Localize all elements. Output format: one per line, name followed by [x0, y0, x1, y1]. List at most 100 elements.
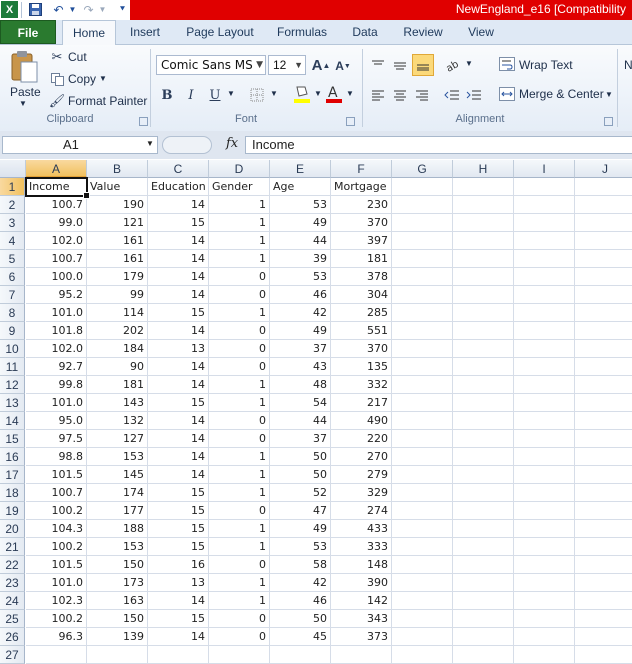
data-cell[interactable]: 15: [148, 484, 209, 502]
data-cell[interactable]: 101.0: [26, 304, 87, 322]
data-cell[interactable]: 100.7: [26, 250, 87, 268]
empty-cell[interactable]: [575, 340, 632, 358]
empty-cell[interactable]: [270, 646, 331, 664]
data-cell[interactable]: 102.0: [26, 232, 87, 250]
header-cell[interactable]: Value: [87, 178, 148, 196]
data-cell[interactable]: 1: [209, 592, 270, 610]
data-cell[interactable]: 43: [270, 358, 331, 376]
data-cell[interactable]: 329: [331, 484, 392, 502]
name-box[interactable]: A1: [2, 136, 158, 154]
align-right-icon[interactable]: [412, 85, 432, 105]
row-header[interactable]: 5: [0, 250, 25, 268]
empty-cell[interactable]: [575, 610, 632, 628]
empty-cell[interactable]: [514, 466, 575, 484]
row-header[interactable]: 6: [0, 268, 25, 286]
row-header[interactable]: 7: [0, 286, 25, 304]
font-name-select[interactable]: Comic Sans MS ▼: [156, 55, 266, 75]
font-size-select[interactable]: 12 ▼: [268, 55, 306, 75]
column-header-g[interactable]: G: [392, 160, 453, 178]
empty-cell[interactable]: [514, 430, 575, 448]
empty-cell[interactable]: [453, 178, 514, 196]
empty-cell[interactable]: [575, 448, 632, 466]
data-cell[interactable]: 551: [331, 322, 392, 340]
chevron-down-icon[interactable]: ▼: [99, 74, 107, 83]
column-header-b[interactable]: B: [87, 160, 148, 178]
data-cell[interactable]: 14: [148, 358, 209, 376]
data-cell[interactable]: 53: [270, 538, 331, 556]
data-cell[interactable]: 101.8: [26, 322, 87, 340]
data-cell[interactable]: 42: [270, 304, 331, 322]
empty-cell[interactable]: [453, 502, 514, 520]
row-header[interactable]: 9: [0, 322, 25, 340]
underline-button[interactable]: U: [206, 85, 224, 105]
data-cell[interactable]: 153: [87, 538, 148, 556]
empty-cell[interactable]: [575, 574, 632, 592]
data-cell[interactable]: 150: [87, 556, 148, 574]
data-cell[interactable]: 15: [148, 304, 209, 322]
empty-cell[interactable]: [453, 358, 514, 376]
column-header-f[interactable]: F: [331, 160, 392, 178]
header-cell[interactable]: Gender: [209, 178, 270, 196]
empty-cell[interactable]: [514, 196, 575, 214]
empty-cell[interactable]: [392, 466, 453, 484]
data-cell[interactable]: 190: [87, 196, 148, 214]
data-cell[interactable]: 13: [148, 574, 209, 592]
empty-cell[interactable]: [514, 214, 575, 232]
data-cell[interactable]: 50: [270, 448, 331, 466]
data-cell[interactable]: 285: [331, 304, 392, 322]
row-header[interactable]: 8: [0, 304, 25, 322]
empty-cell[interactable]: [392, 178, 453, 196]
data-cell[interactable]: 343: [331, 610, 392, 628]
empty-cell[interactable]: [575, 466, 632, 484]
chevron-down-icon[interactable]: ▼: [19, 99, 27, 108]
empty-cell[interactable]: [575, 412, 632, 430]
data-cell[interactable]: 1: [209, 574, 270, 592]
chevron-down-icon[interactable]: ▼: [64, 1, 81, 18]
empty-cell[interactable]: [514, 268, 575, 286]
row-header[interactable]: 14: [0, 412, 25, 430]
data-cell[interactable]: 145: [87, 466, 148, 484]
data-cell[interactable]: 163: [87, 592, 148, 610]
data-cell[interactable]: 304: [331, 286, 392, 304]
data-cell[interactable]: 1: [209, 232, 270, 250]
empty-cell[interactable]: [392, 556, 453, 574]
data-cell[interactable]: 161: [87, 232, 148, 250]
empty-cell[interactable]: [575, 358, 632, 376]
data-cell[interactable]: 96.3: [26, 628, 87, 646]
data-cell[interactable]: 100.2: [26, 610, 87, 628]
empty-cell[interactable]: [453, 412, 514, 430]
number-format-partial[interactable]: N: [624, 58, 632, 72]
tab-review[interactable]: Review: [398, 20, 448, 44]
empty-cell[interactable]: [575, 178, 632, 196]
empty-cell[interactable]: [392, 358, 453, 376]
data-cell[interactable]: 181: [87, 376, 148, 394]
empty-cell[interactable]: [392, 484, 453, 502]
empty-cell[interactable]: [575, 322, 632, 340]
data-cell[interactable]: 101.5: [26, 466, 87, 484]
data-cell[interactable]: 47: [270, 502, 331, 520]
data-cell[interactable]: 101.0: [26, 394, 87, 412]
data-cell[interactable]: 92.7: [26, 358, 87, 376]
empty-cell[interactable]: [392, 340, 453, 358]
tab-page-layout[interactable]: Page Layout: [180, 20, 260, 44]
data-cell[interactable]: 174: [87, 484, 148, 502]
empty-cell[interactable]: [392, 646, 453, 664]
empty-cell[interactable]: [209, 646, 270, 664]
data-cell[interactable]: 177: [87, 502, 148, 520]
tab-formulas[interactable]: Formulas: [272, 20, 332, 44]
data-cell[interactable]: 53: [270, 268, 331, 286]
scissors-icon[interactable]: ✂: [50, 49, 64, 65]
empty-cell[interactable]: [514, 646, 575, 664]
empty-cell[interactable]: [392, 520, 453, 538]
empty-cell[interactable]: [392, 502, 453, 520]
italic-button[interactable]: I: [182, 85, 200, 105]
data-cell[interactable]: 14: [148, 412, 209, 430]
header-cell[interactable]: Education: [148, 178, 209, 196]
empty-cell[interactable]: [453, 628, 514, 646]
empty-cell[interactable]: [514, 304, 575, 322]
column-header-e[interactable]: E: [270, 160, 331, 178]
data-cell[interactable]: 333: [331, 538, 392, 556]
data-cell[interactable]: 46: [270, 592, 331, 610]
tab-insert[interactable]: Insert: [122, 20, 168, 44]
data-cell[interactable]: 99.0: [26, 214, 87, 232]
